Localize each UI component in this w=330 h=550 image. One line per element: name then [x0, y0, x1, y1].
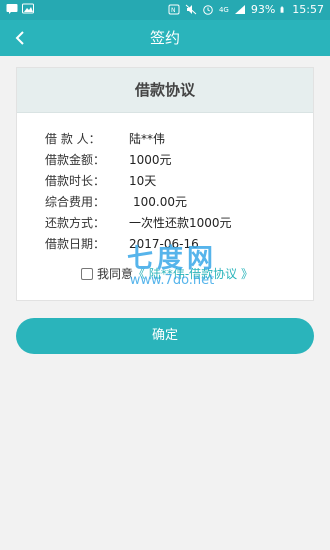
- info-row-repayment: 还款方式： 一次性还款1000元: [45, 212, 232, 233]
- top-nav-bar: 签约: [0, 20, 330, 56]
- info-value: 1000元: [129, 153, 172, 167]
- page-title: 签约: [149, 29, 180, 47]
- info-value: 陆**伟: [129, 132, 166, 146]
- info-value: 10天: [129, 174, 157, 188]
- loan-info-list: 借 款 人： 陆**伟 借款金额： 1000元 借款时长： 10天 综合费用： …: [45, 128, 232, 254]
- info-value: 一次性还款1000元: [129, 216, 232, 230]
- agreement-link[interactable]: 《 陆**伟-借款协议 》: [133, 265, 253, 282]
- info-label: 综合费用：: [45, 195, 106, 209]
- info-row-borrower: 借 款 人： 陆**伟: [45, 128, 232, 149]
- info-label: 借款金额：: [45, 153, 106, 167]
- status-bar: N 4G 93% 15:57: [0, 0, 330, 20]
- network-type: 4G: [218, 5, 229, 14]
- confirm-button[interactable]: 确定: [16, 318, 314, 354]
- nfc-icon: N: [168, 4, 180, 15]
- battery-icon: [280, 6, 284, 13]
- message-icon: [6, 4, 18, 14]
- clock-time: 15:57: [292, 3, 324, 16]
- agreement-consent: 我同意 《 陆**伟-借款协议 》: [81, 265, 253, 282]
- agreement-card: 借款协议 借 款 人： 陆**伟 借款金额： 1000元 借款时长： 10天 综…: [16, 67, 314, 301]
- info-label: 借款日期：: [45, 237, 106, 251]
- agree-checkbox[interactable]: [81, 267, 93, 280]
- info-value: 100.00元: [133, 195, 187, 209]
- info-row-duration: 借款时长： 10天: [45, 170, 232, 191]
- info-row-date: 借款日期： 2017-06-16: [45, 233, 232, 254]
- info-row-fee: 综合费用： 100.00元: [45, 191, 232, 212]
- battery-percent: 93%: [250, 3, 276, 16]
- info-value: 2017-06-16: [129, 236, 199, 251]
- agree-text: 我同意: [97, 267, 134, 281]
- info-label: 借款时长：: [45, 174, 106, 188]
- agreement-title: 借款协议: [17, 68, 313, 113]
- info-label: 借 款 人：: [45, 132, 101, 146]
- info-row-amount: 借款金额： 1000元: [45, 149, 232, 170]
- info-label: 还款方式：: [45, 216, 106, 230]
- signal-icon: [234, 5, 245, 14]
- alarm-icon: [203, 5, 213, 15]
- svg-text:N: N: [171, 7, 176, 14]
- mute-icon: [185, 4, 197, 15]
- gallery-icon: [22, 3, 34, 14]
